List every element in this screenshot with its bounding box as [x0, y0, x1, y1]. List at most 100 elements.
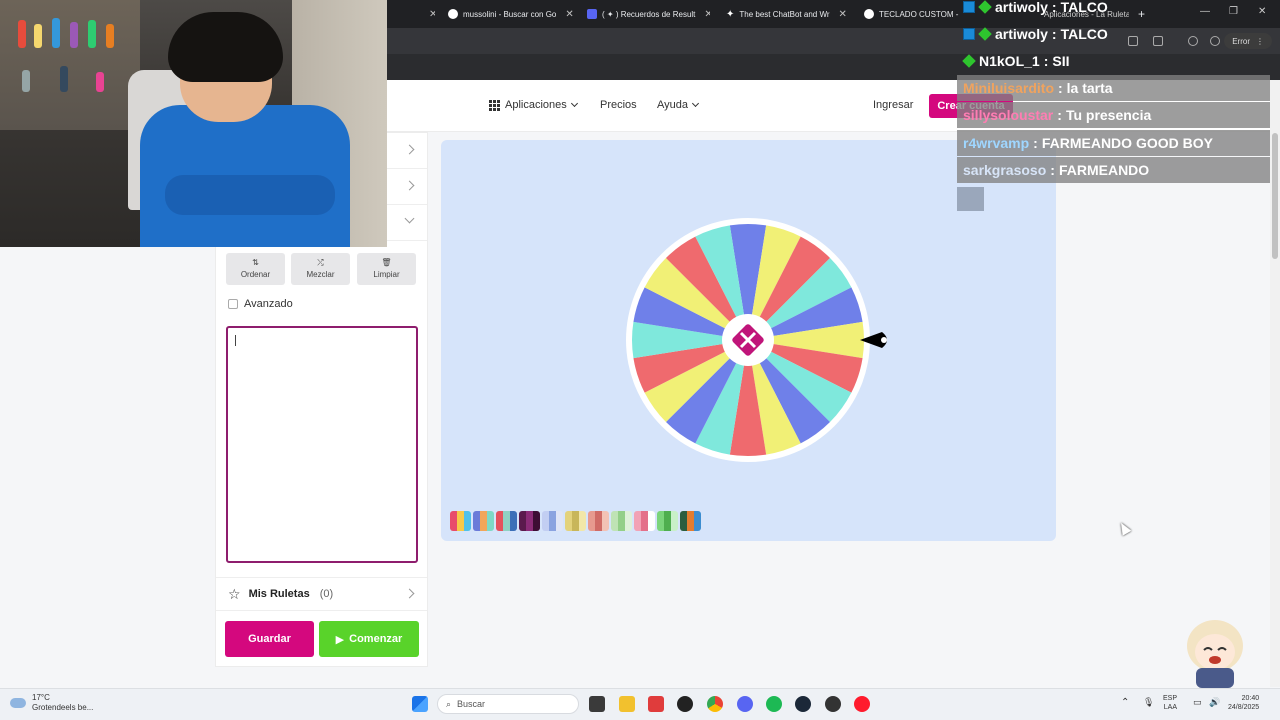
clock[interactable]: 20:40 24/8/2025 [1228, 694, 1259, 712]
palette-color [641, 511, 648, 531]
file-explorer-icon[interactable] [619, 696, 635, 712]
palette-swatch[interactable] [588, 511, 609, 531]
chevron-right-icon [404, 180, 415, 191]
palette-swatch[interactable] [680, 511, 701, 531]
palette-swatch[interactable] [611, 511, 632, 531]
palette-color [671, 511, 678, 531]
close-icon[interactable]: ✕ [565, 9, 573, 20]
my-roulettes-row[interactable]: ☆ Mis Ruletas (0) [216, 577, 427, 611]
star-icon: ☆ [228, 585, 241, 602]
error-indicator[interactable]: Error ⋮ [1224, 33, 1272, 49]
volume-icon[interactable]: 🔊 [1209, 698, 1220, 707]
language-indicator[interactable]: ESP LAA [1163, 694, 1177, 712]
palette-color [657, 511, 664, 531]
steam-icon[interactable] [795, 696, 811, 712]
chat-message: artiwoly: TALCO [957, 0, 1108, 20]
badge-blue-icon [963, 1, 975, 13]
nav-help-menu[interactable]: Ayuda [657, 99, 700, 111]
palette-color [565, 511, 572, 531]
app-red-icon[interactable] [648, 696, 664, 712]
tab-close-button[interactable]: ✕ [425, 4, 435, 24]
chrome-icon[interactable] [707, 696, 723, 712]
chat-separator: : [1058, 80, 1063, 96]
opera-icon[interactable] [854, 696, 870, 712]
spinning-wheel[interactable] [620, 212, 900, 468]
task-view-icon[interactable] [589, 696, 605, 712]
more-icon[interactable]: ⋮ [1256, 37, 1264, 46]
login-link[interactable]: Ingresar [873, 99, 913, 111]
palette-swatch[interactable] [473, 511, 494, 531]
palette-swatch[interactable] [450, 511, 471, 531]
chat-text: Tu presencia [1065, 107, 1152, 123]
chat-separator: : [1050, 162, 1055, 178]
close-icon[interactable]: ✕ [839, 9, 847, 20]
palette-color [588, 511, 595, 531]
palette-color [648, 511, 655, 531]
sort-button[interactable]: ⇅ Ordenar [226, 253, 285, 285]
text-caret [235, 335, 236, 346]
chat-text: SII [1052, 53, 1070, 69]
cloud-icon [10, 698, 26, 708]
advanced-toggle[interactable]: Avanzado [228, 298, 293, 310]
sidebar-icon[interactable] [1188, 36, 1198, 46]
advanced-checkbox[interactable] [228, 299, 238, 309]
scrollbar-thumb[interactable] [1272, 133, 1278, 259]
new-tab-button[interactable]: + [1138, 4, 1150, 24]
window-close-icon[interactable]: ✕ [1258, 6, 1266, 17]
discord-icon[interactable] [737, 696, 753, 712]
extension-icon[interactable] [1128, 36, 1138, 46]
palette-color [519, 511, 526, 531]
palette-swatch[interactable] [519, 511, 540, 531]
palette-swatch[interactable] [496, 511, 517, 531]
palette-color [664, 511, 671, 531]
chatgpt-icon: ✦ [726, 8, 735, 20]
palette-swatch[interactable] [565, 511, 586, 531]
clear-button[interactable]: 🗑 Limpiar [357, 253, 416, 285]
shuffle-button[interactable]: ⤮ Mezclar [291, 253, 350, 285]
close-icon[interactable]: ✕ [704, 9, 710, 20]
palette-color [572, 511, 579, 531]
streamer-arms [165, 175, 335, 215]
obs-icon[interactable] [677, 696, 693, 712]
chat-separator: : [1033, 135, 1038, 151]
play-icon: ▶ [335, 633, 345, 646]
palette-color [542, 511, 549, 531]
chevron-right-icon [404, 144, 415, 155]
chat-separator: : [1051, 0, 1057, 15]
chat-username: Miniluisardito [963, 80, 1054, 96]
trash-icon: 🗑 [381, 258, 392, 267]
palette-color [625, 511, 632, 531]
palette-swatch[interactable] [542, 511, 563, 531]
nav-prices[interactable]: Precios [600, 99, 637, 111]
taskbar-search[interactable]: ⌕ Buscar [437, 694, 579, 714]
weather-widget[interactable]: 17°C Grotendeels be... [10, 693, 93, 713]
minimize-icon[interactable]: — [1200, 6, 1210, 17]
tab-teclado-custom[interactable]: TECLADO CUSTOM - B [864, 4, 959, 24]
palette-color [579, 511, 586, 531]
puzzle-icon[interactable] [1153, 36, 1163, 46]
entries-textarea[interactable] [226, 326, 418, 563]
palette-swatch[interactable] [634, 511, 655, 531]
spotify-icon[interactable] [766, 696, 782, 712]
chevron-up-icon[interactable]: ⌃ [1121, 698, 1129, 708]
chat-username: sillysoloustar [963, 107, 1054, 123]
chat-separator: : [1057, 107, 1062, 123]
chat-text: FARMEANDO [1058, 162, 1150, 178]
tab-chatgpt[interactable]: ✦ The best ChatBot and Wr ✕ [726, 4, 849, 24]
palette-color [533, 511, 540, 531]
tab-google-search[interactable]: mussolini - Buscar con Go ✕ [448, 4, 573, 24]
start-button[interactable]: ▶ Comenzar [319, 621, 419, 657]
profile-icon[interactable] [1210, 36, 1220, 46]
tab-discord[interactable]: ( ✦ ) Recuerdos de Result ✕ [587, 4, 710, 24]
palette-swatch[interactable] [657, 511, 678, 531]
chat-message: sillysoloustar: Tu presencia [957, 102, 1270, 128]
maximize-icon[interactable]: ❐ [1229, 6, 1238, 17]
network-icon[interactable]: ▭ [1193, 698, 1202, 707]
app-dark-icon[interactable] [825, 696, 841, 712]
nav-apps-menu[interactable]: Aplicaciones [489, 99, 578, 111]
microphone-icon[interactable]: 🎙 [1143, 698, 1154, 707]
chat-message: sarkgrasoso: FARMEANDO [957, 157, 1270, 183]
google-icon [448, 9, 458, 19]
save-button[interactable]: Guardar [225, 621, 314, 657]
windows-start-icon[interactable] [412, 696, 428, 712]
